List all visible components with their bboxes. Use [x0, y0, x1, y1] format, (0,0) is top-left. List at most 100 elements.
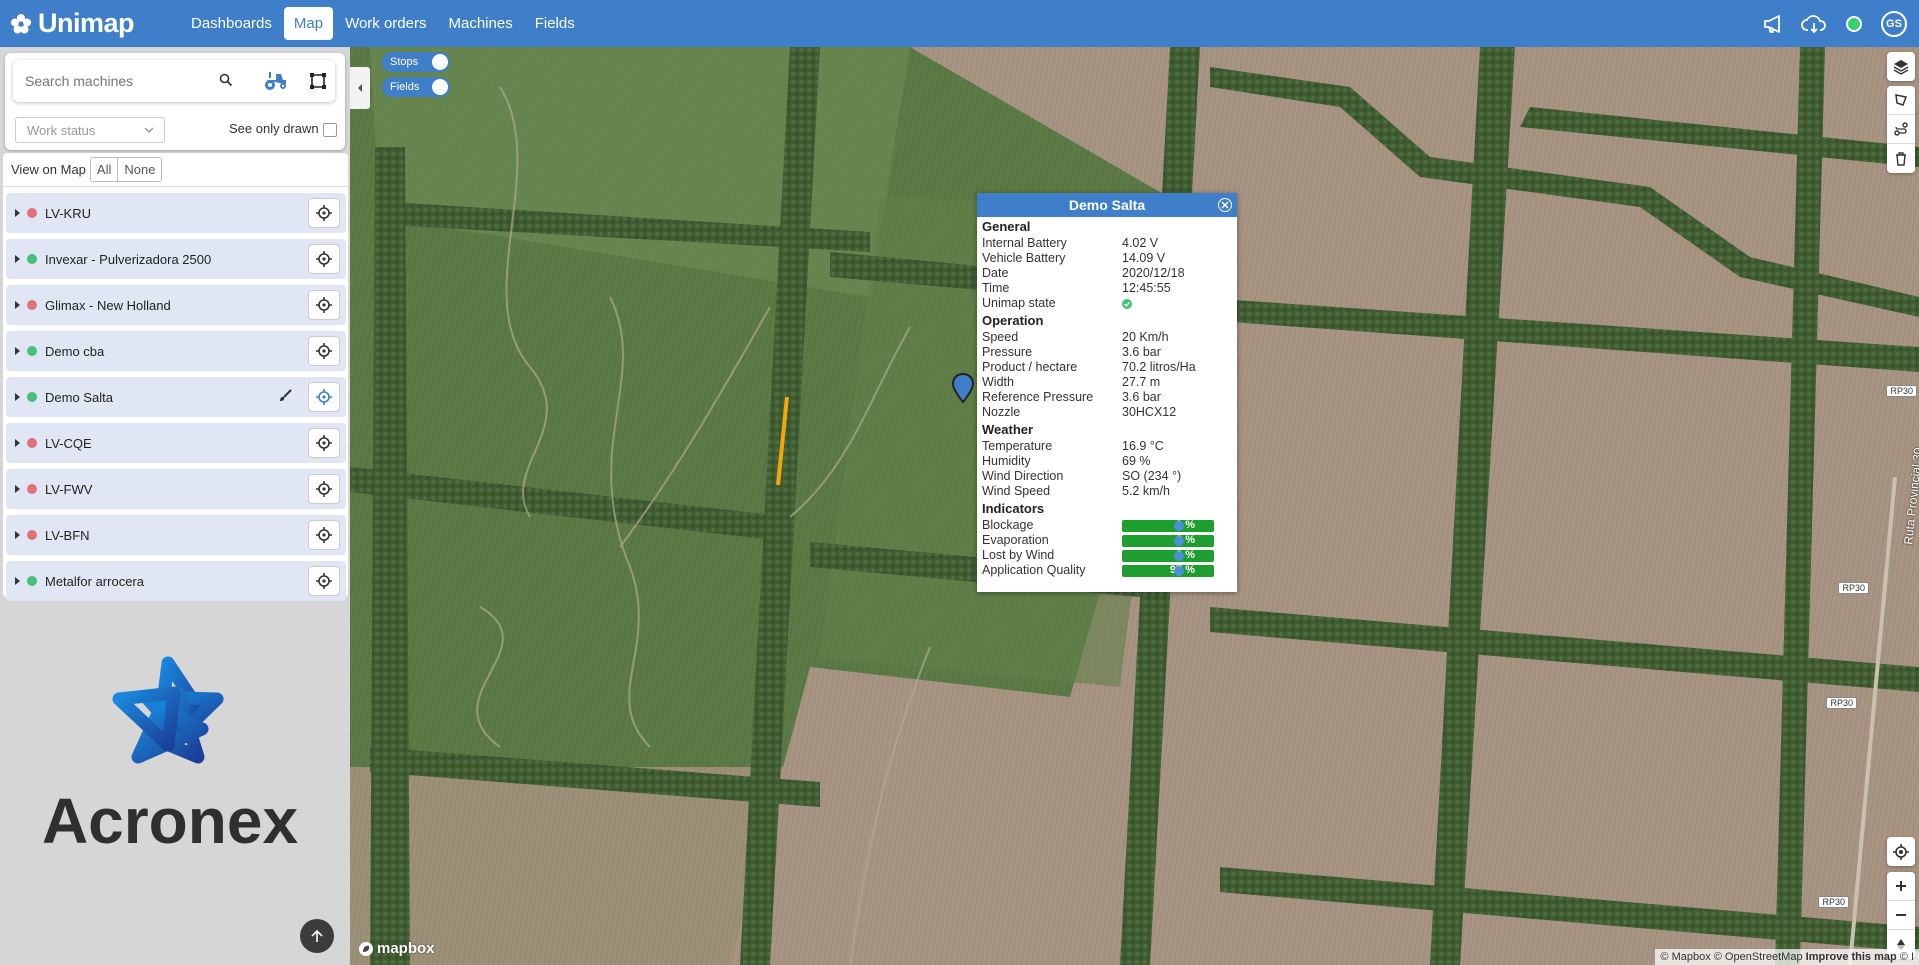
locate-machine-button[interactable]: [308, 382, 340, 412]
expand-caret-icon[interactable]: [15, 347, 20, 355]
machine-status-dot: [27, 392, 37, 402]
search-icon[interactable]: [219, 73, 233, 87]
user-avatar[interactable]: GS: [1881, 10, 1907, 37]
cloud-download-icon[interactable]: [1801, 11, 1827, 37]
paint-brush-icon[interactable]: [278, 389, 292, 406]
machine-row[interactable]: Metalfor arrocera: [6, 561, 346, 601]
zoom-out-icon[interactable]: [1887, 901, 1915, 930]
machine-row[interactable]: Glimax - New Holland: [6, 285, 346, 325]
layers-icon[interactable]: [1887, 52, 1915, 81]
attribution-suffix[interactable]: © I: [1900, 951, 1914, 963]
search-bar: [13, 60, 335, 102]
scroll-to-top-button[interactable]: [300, 919, 334, 953]
expand-caret-icon[interactable]: [15, 577, 20, 585]
chevron-left-icon: [358, 84, 362, 92]
popup-field-row: Date 2020/12/18: [982, 266, 1232, 281]
expand-caret-icon[interactable]: [15, 301, 20, 309]
info-icon[interactable]: [1174, 520, 1184, 531]
locate-machine-button[interactable]: [308, 244, 340, 274]
popup-title: Demo Salta: [1068, 197, 1146, 213]
locate-machine-button[interactable]: [308, 520, 340, 550]
show-all-button[interactable]: All: [90, 158, 118, 181]
crosshair-icon: [316, 343, 332, 359]
machine-row[interactable]: LV-KRU: [6, 193, 346, 233]
draw-polygon-icon[interactable]: [309, 72, 327, 90]
expand-caret-icon[interactable]: [15, 531, 20, 539]
info-icon[interactable]: [1174, 535, 1184, 546]
field-label: Reference Pressure: [982, 390, 1094, 404]
mapbox-logo[interactable]: mapbox: [358, 940, 435, 957]
crosshair-icon: [316, 297, 332, 313]
megaphone-icon[interactable]: [1761, 11, 1787, 37]
machine-name: Demo Salta: [45, 389, 113, 405]
nav-machines[interactable]: Machines: [439, 7, 523, 40]
work-status-select[interactable]: Work status: [15, 117, 165, 143]
machine-row[interactable]: LV-BFN: [6, 515, 346, 555]
nav-work-orders[interactable]: Work orders: [335, 7, 436, 40]
locate-machine-button[interactable]: [308, 474, 340, 504]
machine-row[interactable]: Demo cba: [6, 331, 346, 371]
indicator-bar: 0 %: [1122, 519, 1214, 532]
close-icon[interactable]: [1218, 198, 1232, 212]
machine-row[interactable]: Demo Salta: [6, 377, 346, 417]
crosshair-icon: [316, 389, 332, 405]
machine-name: LV-KRU: [45, 205, 91, 221]
crosshair-icon: [316, 481, 332, 497]
show-none-button[interactable]: None: [117, 158, 162, 181]
machine-row[interactable]: Invexar - Pulverizadora 2500: [6, 239, 346, 279]
field-label: Nozzle: [982, 405, 1021, 419]
field-value: 5.2 km/h: [1122, 484, 1170, 498]
field-value: 70.2 litros/Ha: [1122, 360, 1196, 374]
main-nav: Dashboards Map Work orders Machines Fiel…: [181, 7, 587, 40]
expand-caret-icon[interactable]: [15, 255, 20, 263]
machine-row[interactable]: LV-FWV: [6, 469, 346, 509]
geolocate-icon[interactable]: [1887, 837, 1915, 866]
nav-map[interactable]: Map: [283, 7, 334, 40]
collapse-sidebar-button[interactable]: [350, 67, 370, 109]
locate-machine-button[interactable]: [308, 336, 340, 366]
popup-field-row: Wind Speed 5.2 km/h: [982, 484, 1232, 499]
view-on-map-row: View on Map All None: [3, 153, 348, 187]
indicator-bar: 0 %: [1122, 549, 1214, 562]
visibility-toggle-group: All None: [89, 157, 163, 182]
field-label: Pressure: [982, 345, 1033, 359]
fields-toggle[interactable]: Fields: [382, 77, 450, 97]
trash-icon[interactable]: [1887, 144, 1915, 173]
field-label: Lost by Wind: [982, 548, 1055, 562]
stops-toggle-label: Stops: [390, 56, 419, 68]
zoom-in-icon[interactable]: [1887, 872, 1915, 901]
see-only-drawn-checkbox[interactable]: [323, 123, 337, 137]
improve-map-link[interactable]: Improve this map: [1806, 951, 1897, 963]
expand-caret-icon[interactable]: [15, 209, 20, 217]
mapbox-icon: [359, 941, 373, 956]
attribution-text[interactable]: © Mapbox © OpenStreetMap: [1660, 951, 1802, 963]
sidebar: Work status See only drawn View on Map A…: [0, 47, 350, 965]
popup-header: Demo Salta: [977, 193, 1237, 217]
search-input[interactable]: [25, 73, 205, 89]
locate-machine-button[interactable]: [308, 290, 340, 320]
geolocate-control: [1887, 837, 1915, 866]
expand-caret-icon[interactable]: [15, 439, 20, 447]
locate-machine-button[interactable]: [308, 566, 340, 596]
locate-machine-button[interactable]: [308, 428, 340, 458]
nav-dashboards[interactable]: Dashboards: [181, 7, 282, 40]
machine-row[interactable]: LV-CQE: [6, 423, 346, 463]
expand-caret-icon[interactable]: [15, 393, 20, 401]
stops-toggle[interactable]: Stops: [382, 52, 450, 72]
draw-shape-icon[interactable]: [1887, 86, 1915, 115]
field-label: Humidity: [982, 454, 1031, 468]
info-icon[interactable]: [1174, 550, 1184, 561]
nav-fields[interactable]: Fields: [525, 7, 585, 40]
machine-location-marker[interactable]: [951, 372, 975, 404]
info-icon[interactable]: [1174, 565, 1184, 576]
zoom-control: [1887, 872, 1915, 959]
route-icon[interactable]: [1887, 115, 1915, 144]
view-on-map-label: View on Map: [11, 162, 86, 177]
field-label: Wind Direction: [982, 469, 1064, 483]
expand-caret-icon[interactable]: [15, 485, 20, 493]
road-label: RP30: [1886, 385, 1917, 397]
locate-machine-button[interactable]: [308, 198, 340, 228]
app-logo[interactable]: Unimap: [10, 8, 180, 39]
tractor-icon[interactable]: [263, 69, 289, 91]
work-status-value: Work status: [27, 122, 96, 138]
